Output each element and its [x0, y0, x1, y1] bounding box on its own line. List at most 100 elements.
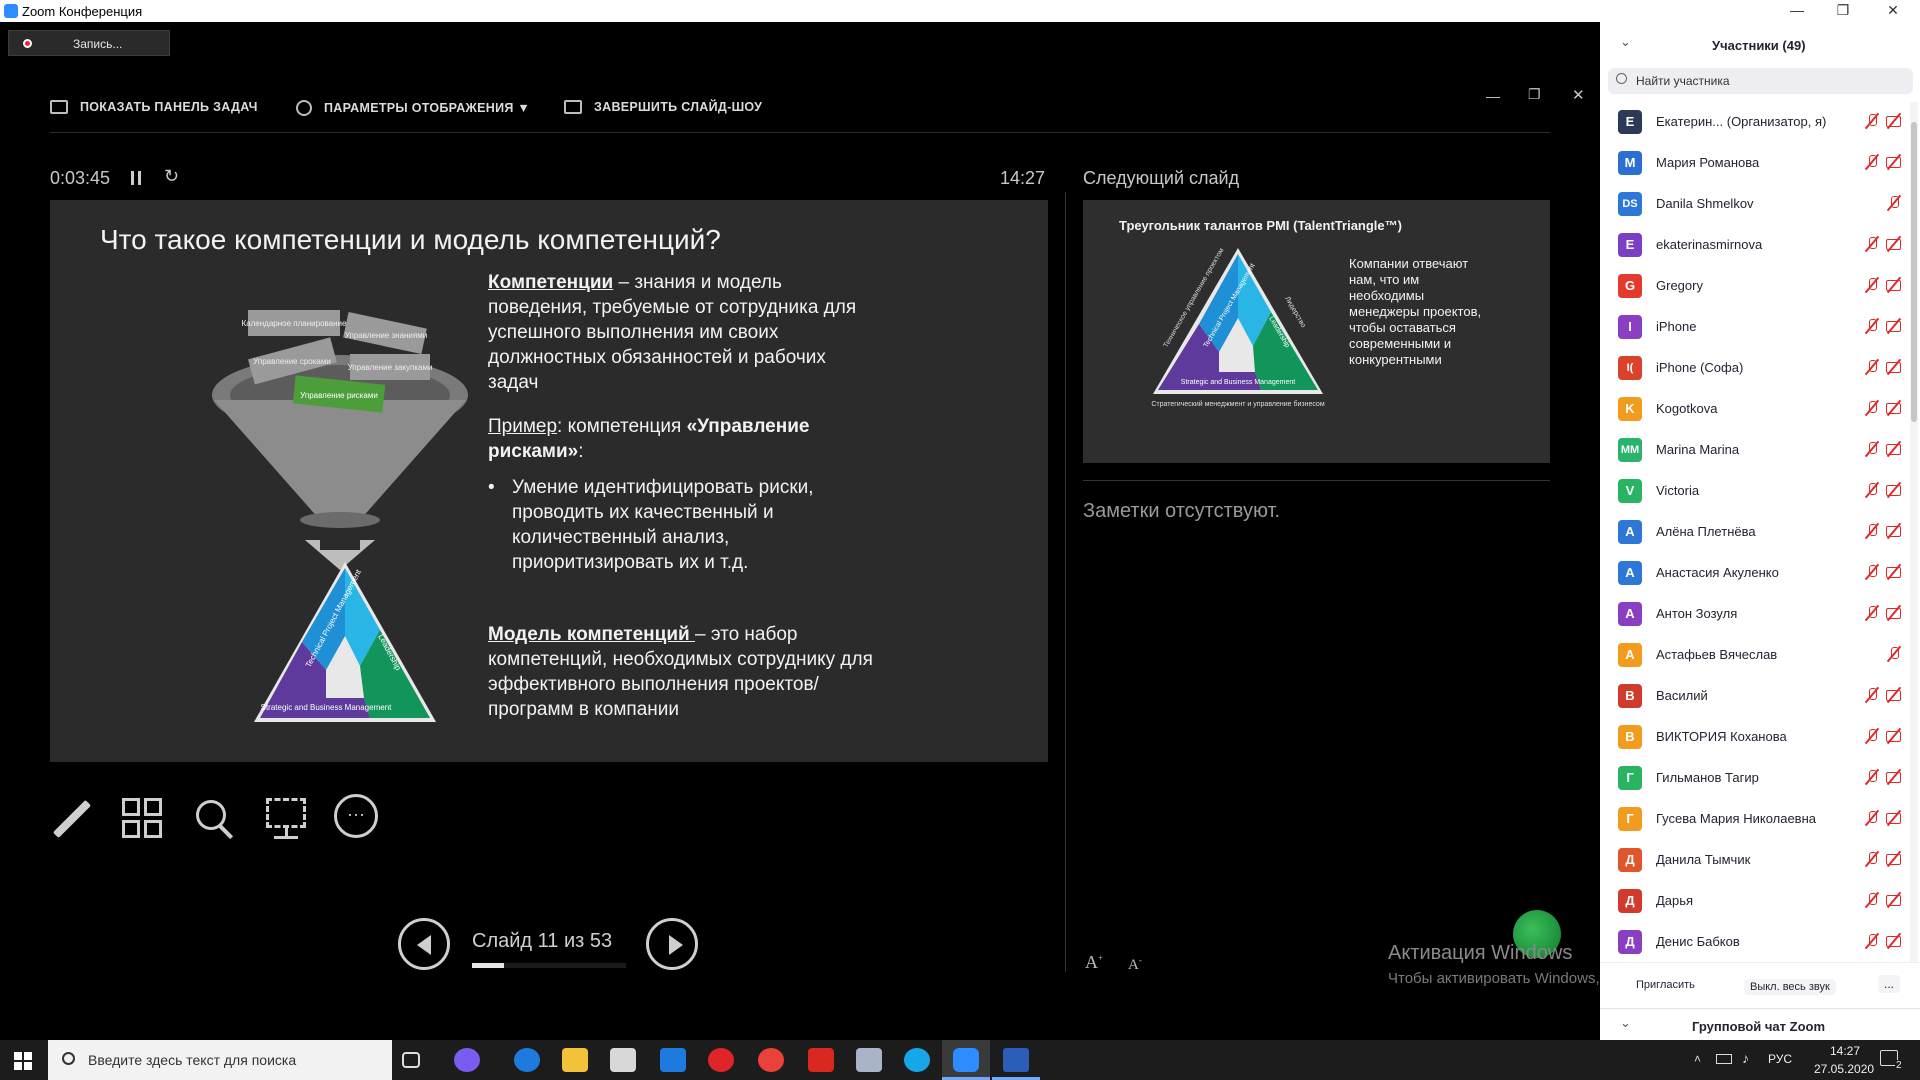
edge-icon[interactable]: [514, 1048, 540, 1072]
participant-row[interactable]: Д Денис Бабков: [1600, 922, 1908, 962]
mic-muted-icon[interactable]: [1864, 482, 1880, 498]
mic-muted-icon[interactable]: [1864, 441, 1880, 457]
mic-muted-icon[interactable]: [1864, 810, 1880, 826]
video-off-icon[interactable]: [1886, 687, 1902, 703]
opera-icon[interactable]: [708, 1048, 734, 1072]
yandex-icon[interactable]: [808, 1048, 834, 1072]
mic-muted-icon[interactable]: [1864, 851, 1880, 867]
close-button[interactable]: ✕: [1870, 0, 1916, 22]
mic-muted-icon[interactable]: [1864, 113, 1880, 129]
mute-all-button[interactable]: Выкл. весь звук: [1744, 979, 1836, 995]
recording-indicator[interactable]: Запись...: [8, 30, 170, 56]
participants-scrollbar[interactable]: [1910, 102, 1918, 962]
increase-font-icon[interactable]: A+: [1085, 952, 1103, 973]
zoom-taskbar-icon[interactable]: [942, 1040, 990, 1080]
yandex-browser-icon[interactable]: [758, 1048, 784, 1072]
collapse-chevron-icon[interactable]: ⌄: [1620, 34, 1631, 50]
restart-icon[interactable]: ↻: [164, 166, 179, 187]
tray-chevron-icon[interactable]: ˄: [1694, 1052, 1701, 1066]
video-off-icon[interactable]: [1886, 113, 1902, 129]
participant-row[interactable]: I(iPhone (Софа): [1600, 348, 1908, 389]
mic-muted-icon[interactable]: [1864, 318, 1880, 334]
participant-row[interactable]: Д Дарья: [1600, 881, 1908, 922]
video-off-icon[interactable]: [1886, 277, 1902, 293]
mic-muted-icon[interactable]: [1864, 605, 1880, 621]
video-off-icon[interactable]: [1886, 441, 1902, 457]
taskbar-search[interactable]: Введите здесь текст для поиска: [48, 1040, 392, 1080]
participant-row[interactable]: Д Данила Тымчик: [1600, 840, 1908, 881]
participant-search-field[interactable]: Найти участника: [1608, 68, 1913, 94]
store-icon[interactable]: [610, 1048, 636, 1072]
participant-row[interactable]: G Gregory: [1600, 266, 1908, 307]
video-off-icon[interactable]: [1886, 318, 1902, 334]
participant-row[interactable]: А Антон Зозуля: [1600, 594, 1908, 635]
decrease-font-icon[interactable]: A-: [1128, 955, 1142, 974]
participant-row[interactable]: А Астафьев Вячеслав: [1600, 635, 1908, 676]
see-all-slides-icon[interactable]: [122, 798, 164, 840]
participant-row[interactable]: IiPhone: [1600, 307, 1908, 348]
participant-row[interactable]: Г Гильманов Тагир: [1600, 758, 1908, 799]
mic-muted-icon[interactable]: [1886, 195, 1902, 211]
video-off-icon[interactable]: [1886, 810, 1902, 826]
windows-start-icon[interactable]: [14, 1052, 32, 1070]
pen-tool-icon[interactable]: [52, 799, 92, 840]
participant-row[interactable]: Г Гусева Мария Николаевна: [1600, 799, 1908, 840]
participant-row[interactable]: А Анастасия Акуленко: [1600, 553, 1908, 594]
participant-row[interactable]: E Екатерин... (Организатор, я): [1600, 102, 1908, 143]
video-off-icon[interactable]: [1886, 400, 1902, 416]
video-off-icon[interactable]: [1886, 564, 1902, 580]
mail-icon[interactable]: [660, 1048, 686, 1072]
mic-muted-icon[interactable]: [1864, 236, 1880, 252]
minimize-button[interactable]: —: [1774, 0, 1820, 22]
maximize-button[interactable]: ❐: [1820, 0, 1866, 22]
participant-row[interactable]: А Алёна Плетнёва: [1600, 512, 1908, 553]
word-taskbar-icon[interactable]: [992, 1040, 1040, 1080]
participant-row[interactable]: M Мария Романова: [1600, 143, 1908, 184]
mic-muted-icon[interactable]: [1864, 687, 1880, 703]
presenter-restore-button[interactable]: ❐: [1528, 86, 1541, 103]
mic-muted-icon[interactable]: [1864, 277, 1880, 293]
participant-row[interactable]: DS Danila Shmelkov: [1600, 184, 1908, 225]
zoom-icon[interactable]: [196, 800, 238, 842]
taskbar-date[interactable]: 27.05.2020: [1814, 1062, 1874, 1076]
video-off-icon[interactable]: [1886, 523, 1902, 539]
mic-muted-icon[interactable]: [1864, 892, 1880, 908]
taskbar-clock[interactable]: 14:27: [1830, 1044, 1860, 1058]
video-off-icon[interactable]: [1886, 482, 1902, 498]
video-off-icon[interactable]: [1886, 933, 1902, 949]
next-slide-button[interactable]: [646, 918, 698, 970]
mic-muted-icon[interactable]: [1864, 769, 1880, 785]
participant-row[interactable]: K Kogotkova: [1600, 389, 1908, 430]
display-settings-button[interactable]: ПАРАМЕТРЫ ОТОБРАЖЕНИЯ ▼: [296, 100, 530, 116]
scrollbar-thumb[interactable]: [1911, 122, 1917, 422]
end-slideshow-button[interactable]: ЗАВЕРШИТЬ СЛАЙД-ШОУ: [564, 100, 762, 114]
mic-muted-icon[interactable]: [1864, 523, 1880, 539]
mic-muted-icon[interactable]: [1886, 646, 1902, 662]
mic-muted-icon[interactable]: [1864, 933, 1880, 949]
skype-icon[interactable]: [904, 1048, 930, 1072]
pause-icon[interactable]: [131, 171, 141, 185]
presenter-minimize-button[interactable]: —: [1486, 88, 1500, 104]
video-off-icon[interactable]: [1886, 605, 1902, 621]
presenter-close-button[interactable]: ✕: [1572, 86, 1585, 104]
mic-muted-icon[interactable]: [1864, 400, 1880, 416]
previous-slide-button[interactable]: [398, 918, 450, 970]
mic-muted-icon[interactable]: [1864, 728, 1880, 744]
mic-muted-icon[interactable]: [1864, 154, 1880, 170]
language-indicator[interactable]: РУС: [1768, 1052, 1792, 1066]
video-off-icon[interactable]: [1886, 236, 1902, 252]
video-off-icon[interactable]: [1886, 359, 1902, 375]
next-slide-preview[interactable]: Треугольник талантов PMI (TalentTriangle…: [1083, 200, 1550, 463]
volume-icon[interactable]: ♪: [1742, 1050, 1749, 1066]
video-off-icon[interactable]: [1886, 154, 1902, 170]
pane-divider[interactable]: [1065, 192, 1066, 972]
network-app-icon[interactable]: [856, 1048, 882, 1072]
video-off-icon[interactable]: [1886, 728, 1902, 744]
more-options-icon[interactable]: ···: [334, 794, 378, 838]
invite-button[interactable]: Пригласить: [1636, 979, 1695, 991]
video-off-icon[interactable]: [1886, 892, 1902, 908]
participant-row[interactable]: В ВИКТОРИЯ Коханова: [1600, 717, 1908, 758]
video-off-icon[interactable]: [1886, 769, 1902, 785]
mic-muted-icon[interactable]: [1864, 359, 1880, 375]
cortana-icon[interactable]: [454, 1048, 480, 1072]
